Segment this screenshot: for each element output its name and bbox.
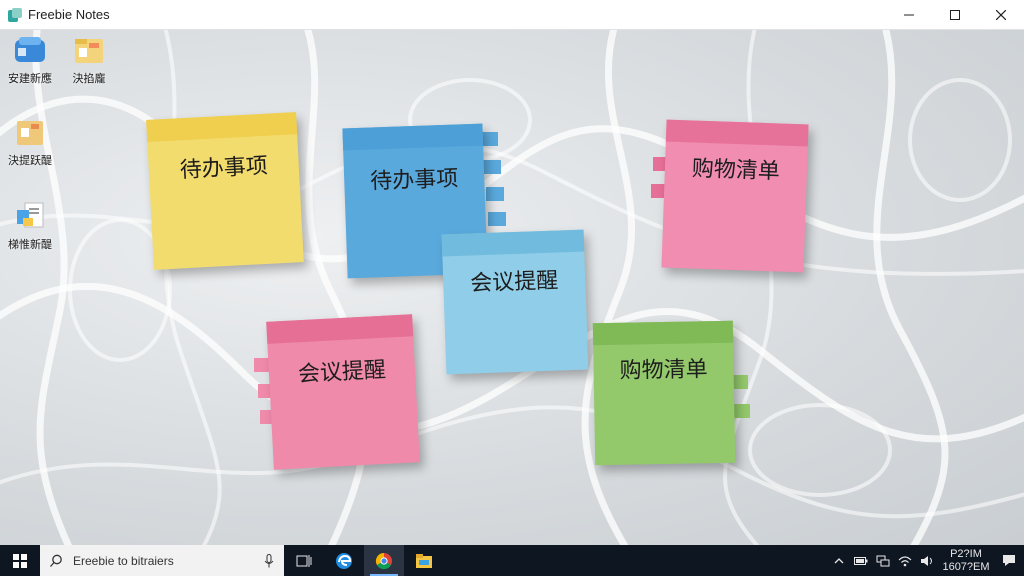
note-header-band bbox=[592, 320, 734, 346]
file-explorer-icon bbox=[416, 553, 432, 568]
note-title: 待办事项 bbox=[369, 166, 459, 195]
wifi-button[interactable] bbox=[894, 545, 916, 576]
close-button[interactable] bbox=[978, 0, 1024, 30]
note-header-band bbox=[665, 119, 809, 147]
desktop-icon-3[interactable]: 決提跃醍 bbox=[2, 116, 58, 168]
clock-time: P2?IM bbox=[950, 547, 982, 560]
battery-button[interactable] bbox=[850, 545, 872, 576]
desktop-area: 安建新應 決掐龐 決提跃醍 梯惟新醍 待办事项 待办事项 购物清单 会议提醒 会… bbox=[0, 30, 1024, 545]
taskbar-clock[interactable]: P2?IM 1607?EM bbox=[938, 548, 994, 574]
window-controls bbox=[886, 0, 1024, 30]
sticky-note[interactable]: 会议提醒 bbox=[441, 229, 589, 375]
desktop-icon-label: 梯惟新醍 bbox=[8, 238, 52, 251]
task-view-button[interactable] bbox=[284, 545, 324, 576]
network-icon bbox=[876, 555, 890, 566]
show-hidden-icons-button[interactable] bbox=[828, 545, 850, 576]
desktop-icon-2[interactable]: 決掐龐 bbox=[61, 34, 117, 86]
notification-icon bbox=[1003, 555, 1015, 566]
task-view-icon bbox=[296, 554, 312, 567]
desktop-icon-4[interactable]: 梯惟新醍 bbox=[2, 200, 58, 252]
wifi-icon bbox=[898, 555, 912, 566]
sticky-note[interactable]: 会议提醒 bbox=[266, 314, 420, 470]
action-center-button[interactable] bbox=[994, 545, 1024, 576]
freebie-notes-app-icon bbox=[8, 7, 22, 22]
note-header-band bbox=[342, 123, 484, 151]
minimize-icon bbox=[904, 14, 914, 16]
note-tab bbox=[486, 187, 504, 201]
note-tab bbox=[732, 404, 750, 418]
search-icon bbox=[50, 554, 62, 567]
note-title: 购物清单 bbox=[691, 156, 781, 185]
desktop-icon-1[interactable]: 安建新應 bbox=[2, 34, 58, 86]
volume-icon bbox=[921, 555, 932, 566]
desktop-icon-label: 決提跃醍 bbox=[8, 154, 52, 167]
sticky-note[interactable]: 购物清单 bbox=[592, 320, 736, 466]
volume-button[interactable] bbox=[916, 545, 938, 576]
edge-icon bbox=[336, 552, 352, 569]
blue-folder-icon bbox=[13, 34, 47, 66]
desktop-icon-label: 決掐龐 bbox=[72, 72, 106, 85]
minimize-button[interactable] bbox=[886, 0, 932, 30]
window-title: Freebie Notes bbox=[28, 7, 110, 22]
taskbar: Ereebie to bitraiers P2?IM 1607?EM bbox=[0, 545, 1024, 576]
edge-taskbar-button[interactable] bbox=[324, 545, 364, 576]
network-button[interactable] bbox=[872, 545, 894, 576]
microphone-icon[interactable] bbox=[264, 553, 274, 568]
maximize-icon bbox=[950, 10, 960, 20]
system-tray: P2?IM 1607?EM bbox=[828, 545, 1024, 576]
chrome-taskbar-button[interactable] bbox=[364, 545, 404, 576]
maximize-button[interactable] bbox=[932, 0, 978, 30]
title-bar: Freebie Notes bbox=[0, 0, 1024, 30]
battery-icon bbox=[854, 556, 868, 565]
chrome-icon bbox=[375, 552, 392, 569]
desktop-icon-label: 安建新應 bbox=[8, 72, 52, 85]
start-button[interactable] bbox=[0, 545, 40, 576]
close-icon bbox=[996, 10, 1006, 20]
note-title: 购物清单 bbox=[619, 357, 708, 384]
sticky-note[interactable]: 待办事项 bbox=[146, 112, 304, 270]
search-placeholder: Ereebie to bitraiers bbox=[73, 553, 174, 568]
note-title: 会议提醒 bbox=[297, 357, 387, 388]
note-tab bbox=[483, 160, 501, 174]
windows-logo-icon bbox=[13, 553, 27, 568]
document-icon bbox=[13, 200, 47, 232]
note-folder-icon bbox=[13, 116, 47, 148]
file-explorer-taskbar-button[interactable] bbox=[404, 545, 444, 576]
taskbar-search-box[interactable]: Ereebie to bitraiers bbox=[40, 545, 284, 576]
yellow-folder-icon bbox=[72, 34, 106, 66]
note-tab bbox=[488, 212, 506, 226]
note-header-band bbox=[441, 229, 585, 257]
note-title: 待办事项 bbox=[179, 153, 269, 184]
sticky-note[interactable]: 购物清单 bbox=[661, 119, 809, 273]
clock-date: 1607?EM bbox=[942, 560, 990, 573]
note-title: 会议提醒 bbox=[469, 268, 559, 297]
chevron-up-icon bbox=[834, 557, 844, 563]
